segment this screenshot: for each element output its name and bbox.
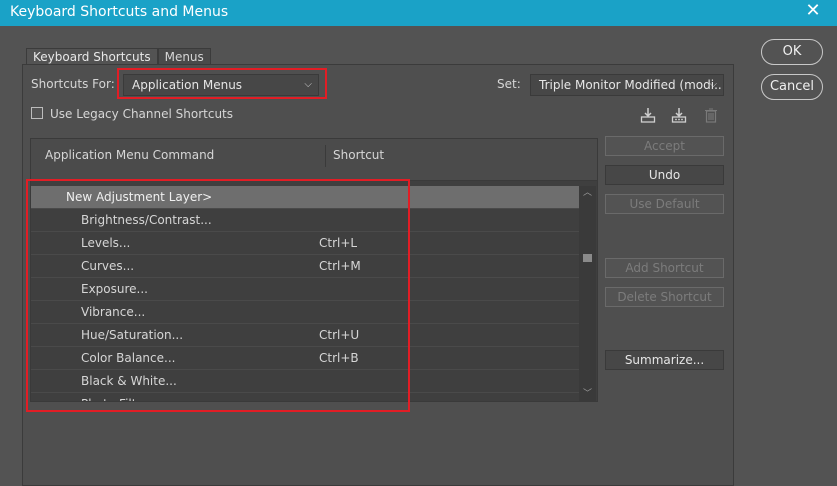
row-shortcut[interactable]: Ctrl+U bbox=[319, 324, 359, 346]
use-default-button[interactable]: Use Default bbox=[605, 194, 724, 214]
row-command: New Adjustment Layer> bbox=[66, 190, 213, 204]
set-value: Triple Monitor Modified (modi... bbox=[539, 78, 724, 92]
shortcuts-for-select[interactable]: Application Menus ⌵ bbox=[123, 74, 319, 96]
chevron-down-icon: ⌵ bbox=[304, 79, 312, 90]
row-shortcut[interactable]: Ctrl+M bbox=[319, 255, 361, 277]
delete-shortcut-button[interactable]: Delete Shortcut bbox=[605, 287, 724, 307]
legacy-channel-checkbox[interactable] bbox=[31, 107, 43, 119]
row-shortcut[interactable]: Ctrl+L bbox=[319, 232, 357, 254]
column-header-shortcut[interactable]: Shortcut bbox=[333, 148, 384, 162]
scroll-up-icon[interactable]: ︿ bbox=[579, 186, 596, 200]
add-shortcut-button[interactable]: Add Shortcut bbox=[605, 258, 724, 278]
table-row[interactable]: New Adjustment Layer> bbox=[31, 186, 579, 209]
shortcuts-table: Application Menu Command Shortcut New Ad… bbox=[30, 138, 598, 402]
table-row[interactable]: Photo Filter... bbox=[31, 393, 579, 401]
row-command: Vibrance... bbox=[81, 305, 146, 319]
chevron-down-icon: ⌵ bbox=[709, 79, 717, 90]
summarize-button[interactable]: Summarize... bbox=[605, 350, 724, 370]
save-as-set-icon[interactable] bbox=[669, 105, 689, 125]
table-row[interactable]: Exposure... bbox=[31, 278, 579, 301]
table-row[interactable]: Color Balance... Ctrl+B bbox=[31, 347, 579, 370]
close-icon[interactable]: ✕ bbox=[803, 1, 823, 21]
row-shortcut[interactable]: Ctrl+B bbox=[319, 347, 359, 369]
column-header-command[interactable]: Application Menu Command bbox=[45, 148, 214, 162]
shortcuts-for-value: Application Menus bbox=[132, 78, 243, 92]
row-command: Hue/Saturation... bbox=[81, 328, 184, 342]
cancel-button[interactable]: Cancel bbox=[761, 74, 823, 100]
accept-button[interactable]: Accept bbox=[605, 136, 724, 156]
row-command: Black & White... bbox=[81, 374, 177, 388]
table-body: New Adjustment Layer> Brightness/Contrast… bbox=[31, 186, 579, 401]
delete-set-icon[interactable] bbox=[701, 105, 721, 125]
title-bar: Keyboard Shortcuts and Menus ✕ bbox=[0, 0, 837, 26]
row-command: Photo Filter... bbox=[81, 393, 159, 401]
undo-button[interactable]: Undo bbox=[605, 165, 724, 185]
shortcuts-for-label: Shortcuts For: bbox=[31, 77, 115, 91]
window-title: Keyboard Shortcuts and Menus bbox=[10, 4, 229, 20]
table-row[interactable]: Brightness/Contrast... bbox=[31, 209, 579, 232]
row-command: Exposure... bbox=[81, 282, 148, 296]
column-separator[interactable] bbox=[325, 145, 326, 167]
scroll-down-icon[interactable]: ﹀ bbox=[579, 387, 596, 401]
row-command: Brightness/Contrast... bbox=[81, 213, 212, 227]
table-row[interactable]: Black & White... bbox=[31, 370, 579, 393]
row-command: Levels... bbox=[81, 236, 131, 250]
save-set-icon[interactable] bbox=[638, 105, 658, 125]
table-row[interactable]: Vibrance... bbox=[31, 301, 579, 324]
table-row[interactable]: Hue/Saturation... Ctrl+U bbox=[31, 324, 579, 347]
scrollbar-thumb[interactable] bbox=[583, 254, 592, 262]
set-select[interactable]: Triple Monitor Modified (modi... ⌵ bbox=[530, 74, 724, 96]
row-command: Color Balance... bbox=[81, 351, 176, 365]
set-label: Set: bbox=[497, 77, 521, 91]
table-row[interactable]: Levels... Ctrl+L bbox=[31, 232, 579, 255]
table-row[interactable]: Curves... Ctrl+M bbox=[31, 255, 579, 278]
legacy-channel-label: Use Legacy Channel Shortcuts bbox=[50, 107, 234, 121]
vertical-scrollbar[interactable]: ︿ ﹀ bbox=[579, 186, 596, 401]
row-command: Curves... bbox=[81, 259, 135, 273]
ok-button[interactable]: OK bbox=[761, 39, 823, 65]
table-header: Application Menu Command Shortcut bbox=[31, 139, 597, 181]
